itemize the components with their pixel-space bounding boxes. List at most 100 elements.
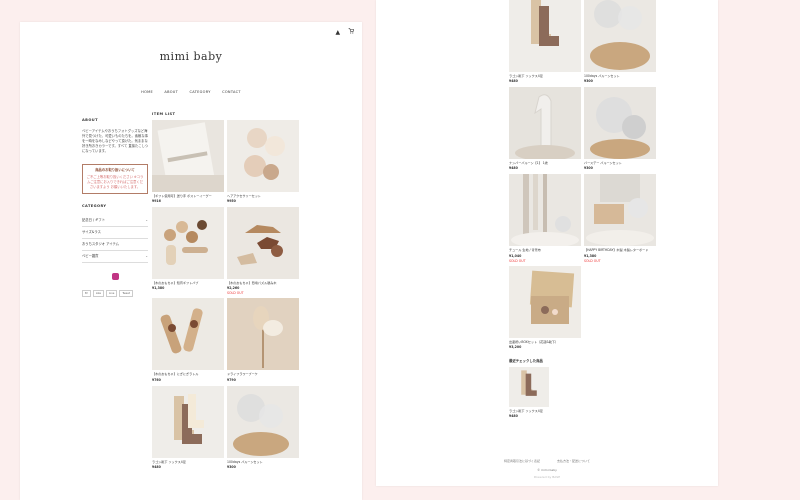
product-name[interactable]: バースデー バルーンセット (584, 161, 656, 165)
product-photo[interactable] (584, 87, 656, 160)
product-card[interactable]: 100days バルーンセット ¥300 (584, 0, 656, 84)
product-price: ¥1,040 (509, 253, 522, 258)
product-photo[interactable] (152, 298, 224, 371)
product-price: ¥300 (584, 79, 593, 84)
product-card[interactable]: ナンバーバルーン【1】 1歳 ¥480 (509, 87, 581, 171)
category-item[interactable]: サイズ&ラス (82, 227, 148, 239)
product-card[interactable]: ラゴン靴下 ソックス4足 ¥480 (152, 385, 224, 470)
share-buttons: B! Like Line Tweet (82, 290, 148, 297)
product-photo[interactable] (152, 385, 224, 458)
product-card[interactable]: ドライフラワーブーケ ¥790 (227, 298, 299, 382)
product-price: ¥950 (227, 199, 236, 204)
nav-about[interactable]: ABOUT (164, 90, 178, 94)
recent-product-card[interactable]: ラゴン靴下 ソックス4足 ¥480 (509, 366, 659, 418)
product-photo[interactable] (509, 366, 549, 407)
legal-notice-link[interactable]: 特定商取引法に基づく表記 (504, 459, 540, 463)
shop-logo[interactable]: mimi baby (20, 50, 362, 63)
category-item[interactable]: 記念日 / ギフト ⌄ (82, 215, 148, 227)
product-price: ¥480 (509, 413, 518, 418)
product-name[interactable]: 【木のおもちゃ】恐竜パズル積み木 (227, 281, 299, 285)
cart-icon[interactable] (348, 28, 355, 36)
product-price: ¥916 (152, 199, 161, 204)
product-photo[interactable] (227, 385, 299, 458)
product-name[interactable]: 【木のおもちゃ】にぎにぎラトル (152, 372, 224, 376)
product-name[interactable]: ラゴン靴下 ソックス4足 (509, 409, 659, 413)
product-name[interactable]: 100days バルーンセット (227, 460, 299, 464)
category-list: 記念日 / ギフト ⌄ サイズ&ラス おうちスタジオ アイテム ベビー雑貨 ⌄ (82, 215, 148, 263)
product-card[interactable]: 【木のおもちゃ】恐竜パズル積み木 ¥2,260 SOLD OUT (227, 207, 299, 295)
product-price: ¥2,260 (227, 286, 240, 291)
product-photo[interactable] (509, 0, 581, 72)
instagram-icon[interactable] (111, 273, 119, 280)
tweet-button[interactable]: Tweet (119, 290, 133, 297)
product-photo[interactable] (152, 207, 224, 280)
product-card[interactable]: ラゴン靴下 ソックス4足 ¥480 (509, 0, 581, 84)
product-name[interactable]: ナンバーバルーン【1】 1歳 (509, 161, 581, 165)
recently-viewed-title: 最近チェックした商品 (509, 358, 543, 363)
category-label: サイズ&ラス (82, 230, 101, 234)
chevron-down-icon: ⌄ (145, 218, 148, 222)
nav-category[interactable]: CATEGORY (190, 90, 211, 94)
sold-out-label: SOLD OUT (227, 291, 244, 296)
product-card[interactable]: ヘアアクセサリーセット ¥950 (227, 120, 299, 204)
notice-box: 商品のお取り扱いについて ご不ご上等お取り扱いください ※コラムご注意にお入りで… (82, 164, 148, 194)
product-price: ¥3,200 (509, 344, 522, 349)
about-text: ベビーアイテムやおうちフォトグッズなど海外で見つけた、可愛いものたちを。素敵な事… (82, 129, 148, 153)
product-photo[interactable] (227, 207, 299, 280)
nav-home[interactable]: HOME (141, 90, 153, 94)
product-card[interactable]: 【木のおもちゃ】知育ギフトバブ ¥1,380 (152, 207, 224, 295)
shipping-info-link[interactable]: 支払方法・配送について (557, 459, 590, 463)
product-card[interactable]: チュール 生地 / 背景布 ¥1,040 SOLD OUT (509, 174, 581, 263)
product-name[interactable]: ヘアアクセサリーセット (227, 194, 299, 198)
category-label: おうちスタジオ アイテム (82, 242, 119, 246)
category-title: CATEGORY (82, 204, 107, 208)
about-title: ABOUT (82, 118, 98, 122)
item-list-continued: ラゴン靴下 ソックス4足 ¥480 100days バルーンセット ¥300 ナ… (509, 0, 659, 418)
product-name[interactable]: 【木のおもちゃ】知育ギフトバブ (152, 281, 224, 285)
product-card[interactable]: 出産祝いBOXセット（花冠&靴下） ¥3,200 (509, 265, 581, 350)
global-nav: HOME ABOUT CATEGORY CONTACT (20, 90, 362, 94)
product-name[interactable]: ラゴン靴下 ソックス4足 (152, 460, 224, 464)
product-price: ¥480 (509, 79, 518, 84)
product-photo[interactable] (227, 120, 299, 192)
line-share-button[interactable]: Line (106, 290, 118, 297)
product-price: ¥300 (584, 166, 593, 171)
product-card[interactable]: 100days バルーンセット ¥300 (227, 385, 299, 470)
product-card[interactable]: 【HAPPY BIRTHDAY】木製 木製レターボード ¥1,380 SOLD … (584, 174, 656, 263)
product-name[interactable]: ラゴン靴下 ソックス4足 (509, 74, 581, 78)
product-price: ¥480 (509, 166, 518, 171)
product-name[interactable]: 100days バルーンセット (584, 74, 656, 78)
product-price: ¥790 (227, 377, 236, 382)
powered-by[interactable]: Powered by BASE (376, 475, 718, 479)
category-item[interactable]: ベビー雑貨 ⌄ (82, 251, 148, 263)
category-label: 記念日 / ギフト (82, 218, 105, 222)
item-list-title: ITEM LIST (152, 112, 176, 116)
product-card[interactable]: バースデー バルーンセット ¥300 (584, 87, 656, 171)
sold-out-label: SOLD OUT (584, 258, 601, 263)
category-item[interactable]: おうちスタジオ アイテム (82, 239, 148, 251)
product-name[interactable]: 【HAPPY BIRTHDAY】木製 木製レターボード (584, 248, 656, 252)
product-name[interactable]: 出産祝いBOXセット（花冠&靴下） (509, 340, 581, 344)
user-icon[interactable]: ▲ (335, 29, 340, 36)
product-name[interactable]: 【ギフト使用可】送り手 ポストーイーグー (152, 194, 224, 198)
header-icons: ▲ (329, 28, 355, 36)
product-name[interactable]: ドライフラワーブーケ (227, 372, 299, 376)
product-photo[interactable] (227, 298, 299, 371)
footer-links: 特定商取引法に基づく表記 支払方法・配送について (376, 459, 718, 463)
product-card[interactable]: 【木のおもちゃ】にぎにぎラトル ¥760 (152, 298, 224, 382)
notice-title: 商品のお取り扱いについて (95, 168, 135, 172)
nav-contact[interactable]: CONTACT (222, 90, 241, 94)
shop-page-bottom: ラゴン靴下 ソックス4足 ¥480 100days バルーンセット ¥300 ナ… (376, 0, 718, 486)
like-button[interactable]: Like (92, 290, 104, 297)
product-price: ¥480 (152, 464, 161, 469)
product-name[interactable]: チュール 生地 / 背景布 (509, 248, 581, 252)
product-photo[interactable] (509, 174, 581, 247)
product-photo[interactable] (584, 0, 656, 72)
sold-out-label: SOLD OUT (509, 258, 526, 263)
product-photo[interactable] (584, 174, 656, 247)
product-photo[interactable] (152, 120, 224, 192)
product-photo[interactable] (509, 87, 581, 160)
hatena-share-button[interactable]: B! (82, 290, 91, 297)
product-card[interactable]: 【ギフト使用可】送り手 ポストーイーグー ¥916 (152, 120, 224, 204)
product-photo[interactable] (509, 265, 581, 338)
